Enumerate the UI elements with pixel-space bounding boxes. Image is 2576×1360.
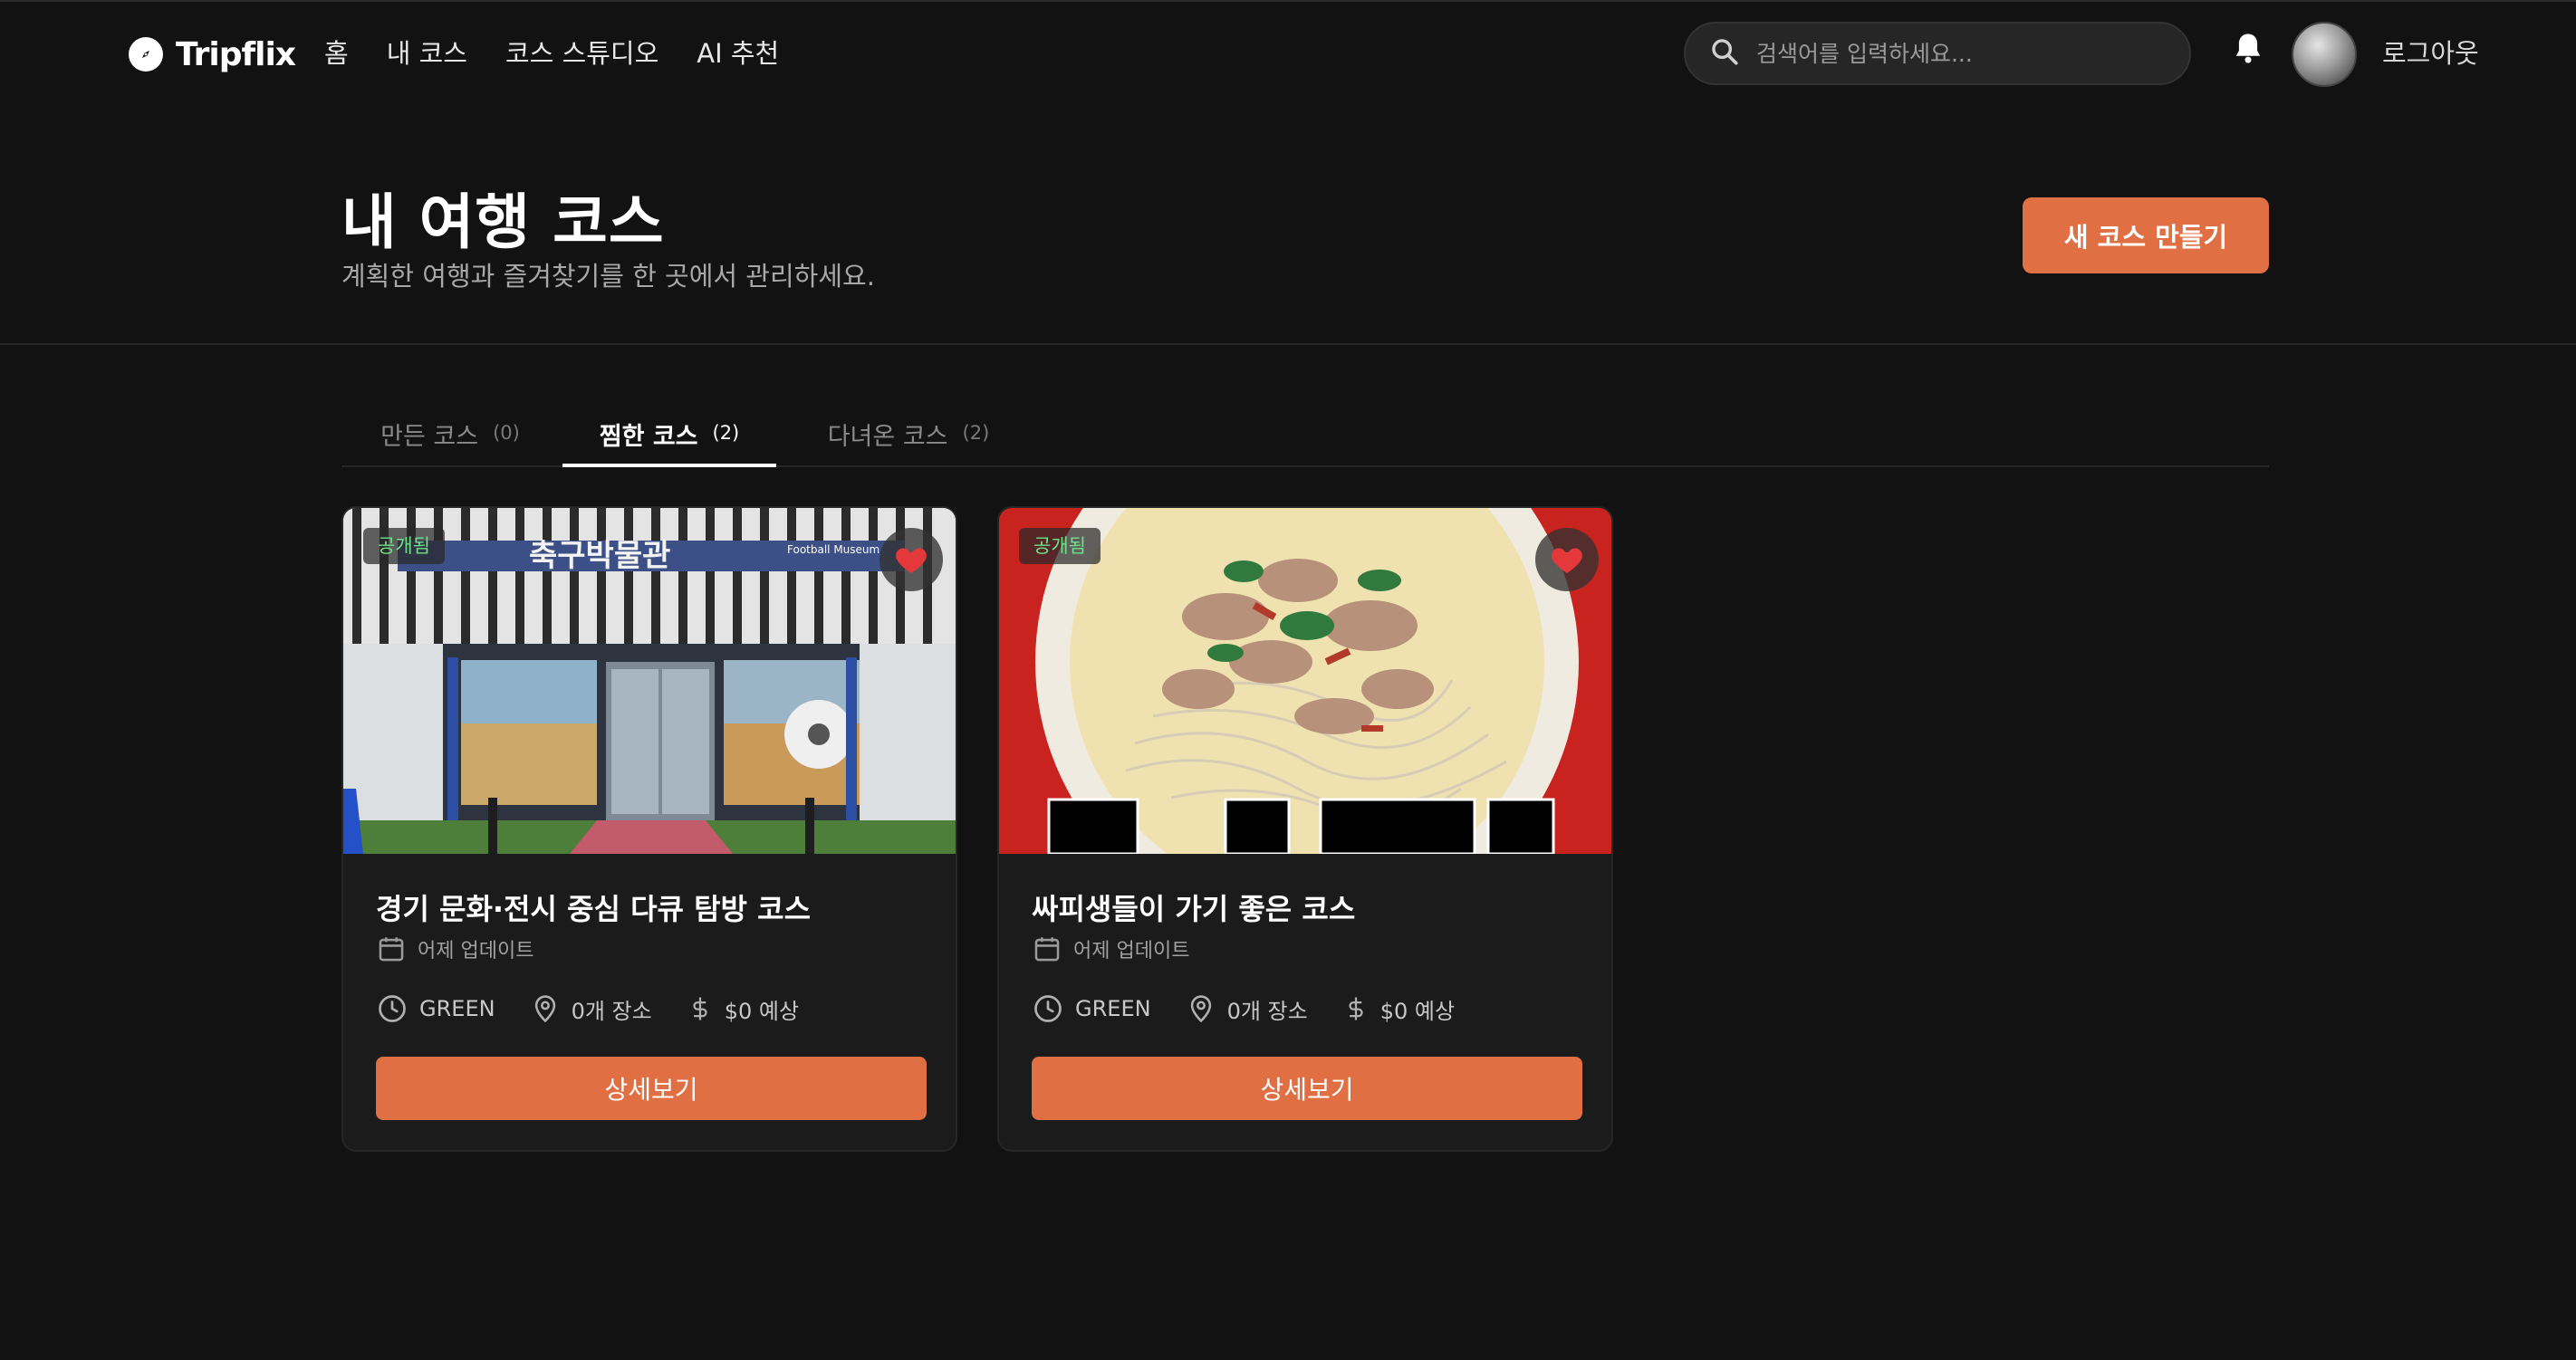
bell-icon[interactable] (2228, 29, 2268, 69)
view-details-button[interactable]: 상세보기 (1032, 1057, 1582, 1120)
clock-icon (379, 995, 406, 1022)
tab-liked-courses[interactable]: 찜한 코스 (2) (562, 398, 776, 467)
course-updated: 어제 업데이트 (376, 934, 533, 964)
course-card: 공개됨 싸피생들이 가기 좋은 코스 어제 업데이트 GREEN 0개 장소 $… (997, 506, 1613, 1152)
tab-count: (2) (712, 422, 740, 444)
museum-sign-text: 축구박물관 (529, 538, 670, 574)
dollar-icon (1349, 997, 1363, 1020)
map-pin-icon (534, 995, 555, 1023)
course-stats: GREEN 0개 장소 $0 예상 (1032, 992, 1478, 1025)
course-type: GREEN (419, 996, 495, 1021)
map-pin-icon (1190, 995, 1211, 1023)
page-title: 내 여행 코스 (341, 187, 665, 257)
course-title: 싸피생들이 가기 좋은 코스 (1032, 892, 1356, 926)
nav-my-courses[interactable]: 내 코스 (387, 34, 467, 72)
dollar-icon (693, 997, 707, 1020)
updated-text: 어제 업데이트 (1073, 940, 1190, 963)
museum-sign-english: Football Museum (787, 543, 879, 556)
top-navigation: Tripflix 홈 내 코스 코스 스튜디오 AI 추천 로그아웃 (0, 0, 2576, 101)
course-card: 축구박물관 Football Museum 공개됨 경기 문화·전시 중심 다큐… (341, 506, 957, 1152)
main-nav: 홈 내 코스 코스 스튜디오 AI 추천 (324, 34, 779, 72)
new-course-button[interactable]: 새 코스 만들기 (2023, 197, 2269, 273)
calendar-icon (1034, 937, 1060, 962)
calendar-icon (379, 937, 404, 962)
public-badge: 공개됨 (1019, 528, 1101, 564)
tab-label: 찜한 코스 (599, 423, 698, 451)
view-details-button[interactable]: 상세보기 (376, 1057, 927, 1120)
course-thumbnail[interactable]: 축구박물관 Football Museum 공개됨 (343, 508, 956, 854)
course-tabs: 만든 코스 (0) 찜한 코스 (2) 다녀온 코스 (2) (341, 398, 2269, 467)
course-title: 경기 문화·전시 중심 다큐 탐방 코스 (376, 892, 812, 926)
nav-course-studio[interactable]: 코스 스튜디오 (505, 34, 658, 72)
heart-icon (1552, 548, 1582, 573)
compass-icon (129, 37, 163, 72)
app-name: Tripflix (176, 35, 296, 73)
nav-ai-recommend[interactable]: AI 추천 (697, 34, 779, 72)
like-button[interactable] (879, 528, 943, 591)
search-input[interactable] (1756, 40, 2173, 67)
logout-link[interactable]: 로그아웃 (2382, 34, 2479, 72)
page-subtitle: 계획한 여행과 즐겨찾기를 한 곳에서 관리하세요. (341, 261, 875, 292)
tab-visited-courses[interactable]: 다녀온 코스 (2) (802, 398, 1015, 467)
tab-label: 만든 코스 (380, 423, 479, 451)
avatar[interactable] (2292, 22, 2357, 87)
course-type: GREEN (1075, 996, 1151, 1021)
app-logo[interactable]: Tripflix (129, 34, 296, 74)
course-budget: $0 예상 (724, 998, 800, 1024)
tab-count: (0) (493, 422, 520, 444)
updated-text: 어제 업데이트 (418, 940, 534, 963)
tab-count: (2) (962, 422, 990, 444)
course-updated: 어제 업데이트 (1032, 934, 1189, 964)
nav-home[interactable]: 홈 (324, 34, 349, 72)
search-icon (1709, 36, 1740, 71)
header-divider (0, 343, 2576, 345)
course-places: 0개 장소 (1226, 998, 1308, 1024)
course-budget: $0 예상 (1379, 998, 1456, 1024)
tab-label: 다녀온 코스 (827, 423, 948, 451)
heart-icon (896, 548, 927, 573)
like-button[interactable] (1535, 528, 1599, 591)
course-stats: GREEN 0개 장소 $0 예상 (376, 992, 822, 1025)
course-thumbnail[interactable]: 공개됨 (999, 508, 1611, 854)
public-badge: 공개됨 (363, 528, 445, 564)
tab-created-courses[interactable]: 만든 코스 (0) (360, 398, 541, 467)
course-places: 0개 장소 (571, 998, 652, 1024)
clock-icon (1034, 995, 1062, 1022)
search-bar[interactable] (1684, 22, 2191, 85)
